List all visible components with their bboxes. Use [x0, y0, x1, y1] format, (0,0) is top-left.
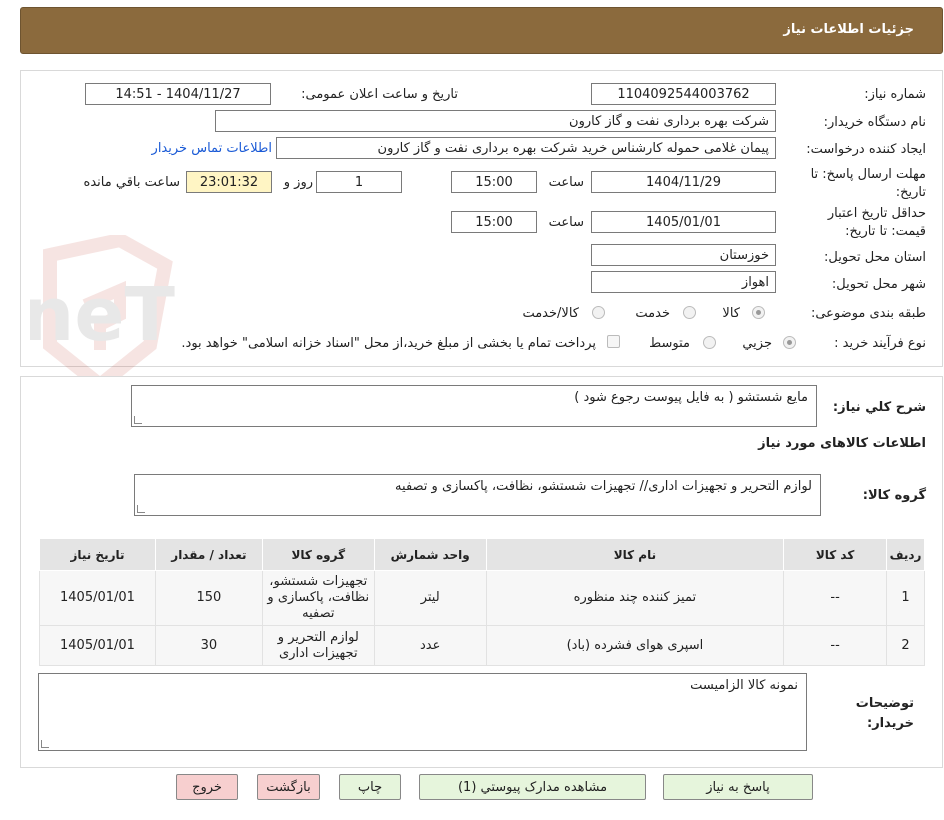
table-row: 2 -- اسپری هوای فشرده (باد) عدد لوازم ال…: [39, 625, 925, 666]
buyer-org-field: شرکت بهره برداری نفت و گاز کارون: [215, 110, 776, 132]
table-row: 1 -- تمیز کننده چند منظوره لیتر تجهیزات …: [39, 570, 925, 626]
cell-name: اسپری هوای فشرده (باد): [485, 625, 785, 666]
col-header-code: کد کالا: [783, 538, 888, 571]
summary-textarea[interactable]: مایع شستشو ( به فایل پیوست رجوع شود ): [131, 385, 817, 427]
group-label: گروه کالا:: [862, 488, 926, 503]
col-header-date: تاریخ نیاز: [39, 538, 156, 571]
col-header-unit: واحد شمارش: [373, 538, 487, 571]
category-service-label: خدمت: [635, 306, 670, 321]
need-number-label: شماره نیاز:: [864, 87, 926, 102]
page-title: جزئیات اطلاعات نیاز: [783, 22, 914, 37]
col-header-qty: تعداد / مقدار: [154, 538, 263, 571]
validity-date-field: 1405/01/01: [591, 211, 776, 233]
requester-field: پیمان غلامی حموله کارشناس خرید شرکت بهره…: [276, 137, 776, 159]
cell-code: --: [783, 570, 888, 626]
page-header: جزئیات اطلاعات نیاز: [20, 7, 943, 54]
deadline-time-label: ساعت: [548, 175, 584, 190]
back-button[interactable]: بازگشت: [257, 774, 320, 800]
summary-label: شرح کلي نياز:: [832, 400, 926, 415]
province-field: خوزستان: [591, 244, 776, 266]
reply-button[interactable]: پاسخ به نیاز: [663, 774, 813, 800]
remaining-time-field: 23:01:32: [186, 171, 272, 193]
cell-group: لوازم التحریر و تجهیزات اداری: [261, 625, 375, 666]
payment-note: پرداخت تمام یا بخشی از مبلغ خرید،از محل …: [181, 336, 596, 351]
deadline-label: مهلت ارسال پاسخ: تا تاریخ:: [810, 167, 926, 200]
print-button[interactable]: چاپ: [339, 774, 401, 800]
treasury-checkbox[interactable]: [607, 335, 620, 348]
resize-handle-icon: [137, 505, 145, 513]
deadline-date-field: 1404/11/29: [591, 171, 776, 193]
category-goods-label: کالا: [722, 306, 740, 321]
category-label: طبقه بندی موضوعی:: [810, 306, 926, 321]
notes-text: نمونه کالا الزامیست: [690, 678, 798, 693]
col-header-row-num: ردیف: [886, 538, 925, 571]
days-label: روز و: [283, 175, 313, 190]
cell-code: --: [783, 625, 888, 666]
announce-field: 1404/11/27 - 14:51: [85, 83, 271, 105]
need-number-field: 1104092544003762: [591, 83, 776, 105]
cell-date: 1405/01/01: [39, 570, 156, 626]
resize-handle-icon: [41, 740, 49, 748]
cell-date: 1405/01/01: [39, 625, 156, 666]
city-label: شهر محل تحویل:: [831, 277, 926, 292]
items-table: ردیف کد کالا نام کالا واحد شمارش گروه کا…: [39, 538, 925, 666]
cell-unit: عدد: [373, 625, 487, 666]
exit-button[interactable]: خروج: [176, 774, 238, 800]
cell-row-num: 1: [886, 570, 925, 626]
cell-name: تمیز کننده چند منظوره: [485, 570, 785, 626]
buyer-contact-link[interactable]: اطلاعات تماس خریدار: [152, 141, 272, 156]
cell-group: تجهیزات شستشو، نظافت، پاکسازی و تصفیه: [261, 570, 375, 626]
cell-qty: 150: [154, 570, 263, 626]
deadline-time-field: 15:00: [451, 171, 537, 193]
validity-label: حداقل تاریخ اعتبار قیمت: تا تاریخ:: [827, 206, 926, 239]
buyer-org-label: نام دستگاه خریدار:: [823, 115, 926, 130]
purchase-medium-radio[interactable]: [703, 336, 716, 349]
goods-info-title: اطلاعات کالاهای مورد نياز: [758, 436, 926, 451]
col-header-name: نام کالا: [485, 538, 785, 571]
province-label: استان محل تحویل:: [824, 250, 926, 265]
col-header-group: گروه کالا: [261, 538, 375, 571]
notes-textarea[interactable]: نمونه کالا الزامیست: [38, 673, 807, 751]
category-service-radio[interactable]: [683, 306, 696, 319]
purchase-minor-radio[interactable]: [783, 336, 796, 349]
purchase-medium-label: متوسط: [649, 336, 690, 351]
cell-unit: لیتر: [373, 570, 487, 626]
category-goods-service-label: کالا/خدمت: [522, 306, 579, 321]
group-textarea[interactable]: لوازم التحریر و تجهیزات اداری// تجهیزات …: [134, 474, 821, 516]
requester-label: ایجاد کننده درخواست:: [806, 142, 926, 157]
category-goods-service-radio[interactable]: [592, 306, 605, 319]
group-text: لوازم التحریر و تجهیزات اداری// تجهیزات …: [395, 479, 812, 494]
cell-row-num: 2: [886, 625, 925, 666]
remaining-label: ساعت باقي مانده: [83, 175, 180, 190]
resize-handle-icon: [134, 416, 142, 424]
purchase-type-label: نوع فرآیند خرید :: [834, 336, 926, 351]
announce-label: تاریخ و ساعت اعلان عمومی:: [301, 87, 458, 102]
notes-label: توضیحات خریدار:: [855, 696, 914, 731]
table-header-row: ردیف کد کالا نام کالا واحد شمارش گروه کا…: [39, 538, 925, 571]
city-field: اهواز: [591, 271, 776, 293]
summary-text: مایع شستشو ( به فایل پیوست رجوع شود ): [574, 390, 808, 405]
days-field: 1: [316, 171, 402, 193]
purchase-minor-label: جزیي: [742, 336, 772, 351]
validity-time-label: ساعت: [548, 215, 584, 230]
category-goods-radio[interactable]: [752, 306, 765, 319]
validity-time-field: 15:00: [451, 211, 537, 233]
cell-qty: 30: [154, 625, 263, 666]
view-attachments-button[interactable]: مشاهده مدارک پیوستي (1): [419, 774, 646, 800]
